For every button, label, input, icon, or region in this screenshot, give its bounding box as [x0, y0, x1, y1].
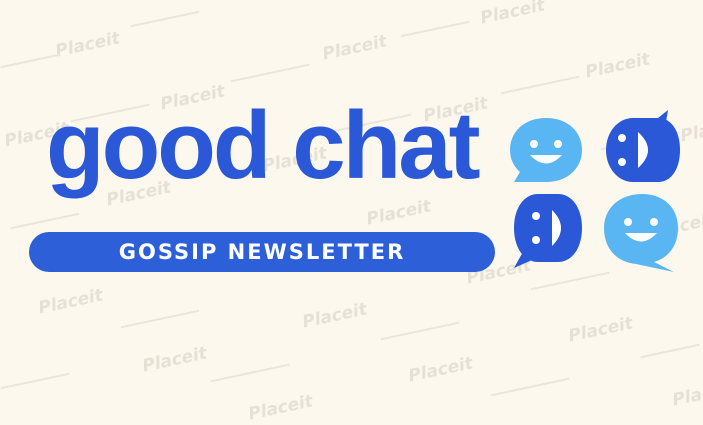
watermark-text: Placeit	[364, 196, 433, 230]
watermark-text: Placeit	[53, 28, 122, 62]
four-chat-bubble-faces-icon	[510, 110, 680, 272]
watermark-line	[500, 75, 580, 95]
logo-title: good chat	[46, 92, 481, 199]
watermark-line	[640, 343, 700, 359]
chat-bubble-side-face-icon	[514, 194, 582, 268]
watermark-text: Placeit	[300, 299, 369, 333]
watermark-line	[0, 372, 70, 390]
chat-bubble-side-face-icon	[606, 110, 680, 182]
chat-bubble-smile-icon	[510, 118, 582, 182]
watermark-line	[530, 271, 610, 291]
watermark-line	[380, 321, 460, 341]
watermark-line	[400, 20, 470, 38]
chat-bubble-smile-icon	[604, 194, 678, 272]
watermark-line	[120, 309, 200, 329]
watermark-line	[130, 10, 200, 28]
logo-subtitle-pill: GOSSIP NEWSLETTER	[29, 232, 495, 272]
watermark-line	[210, 363, 290, 383]
watermark-text: Placeit	[406, 353, 475, 387]
logo-subtitle: GOSSIP NEWSLETTER	[118, 240, 406, 264]
page: { "logo": { "title": "good chat", "subti…	[0, 0, 703, 425]
watermark-line	[0, 53, 60, 69]
watermark-text: Placeit	[140, 343, 209, 377]
watermark-text: Placeit	[583, 49, 652, 83]
watermark-text: Placeit	[36, 285, 105, 319]
watermark-text: Placeit	[566, 313, 635, 347]
watermark-text: Placeit	[320, 31, 389, 65]
watermark-line	[10, 212, 80, 230]
watermark-text: Placeit	[670, 377, 703, 411]
watermark-text: Placeit	[478, 0, 547, 29]
watermark-line	[230, 63, 310, 83]
watermark-line	[490, 377, 570, 397]
